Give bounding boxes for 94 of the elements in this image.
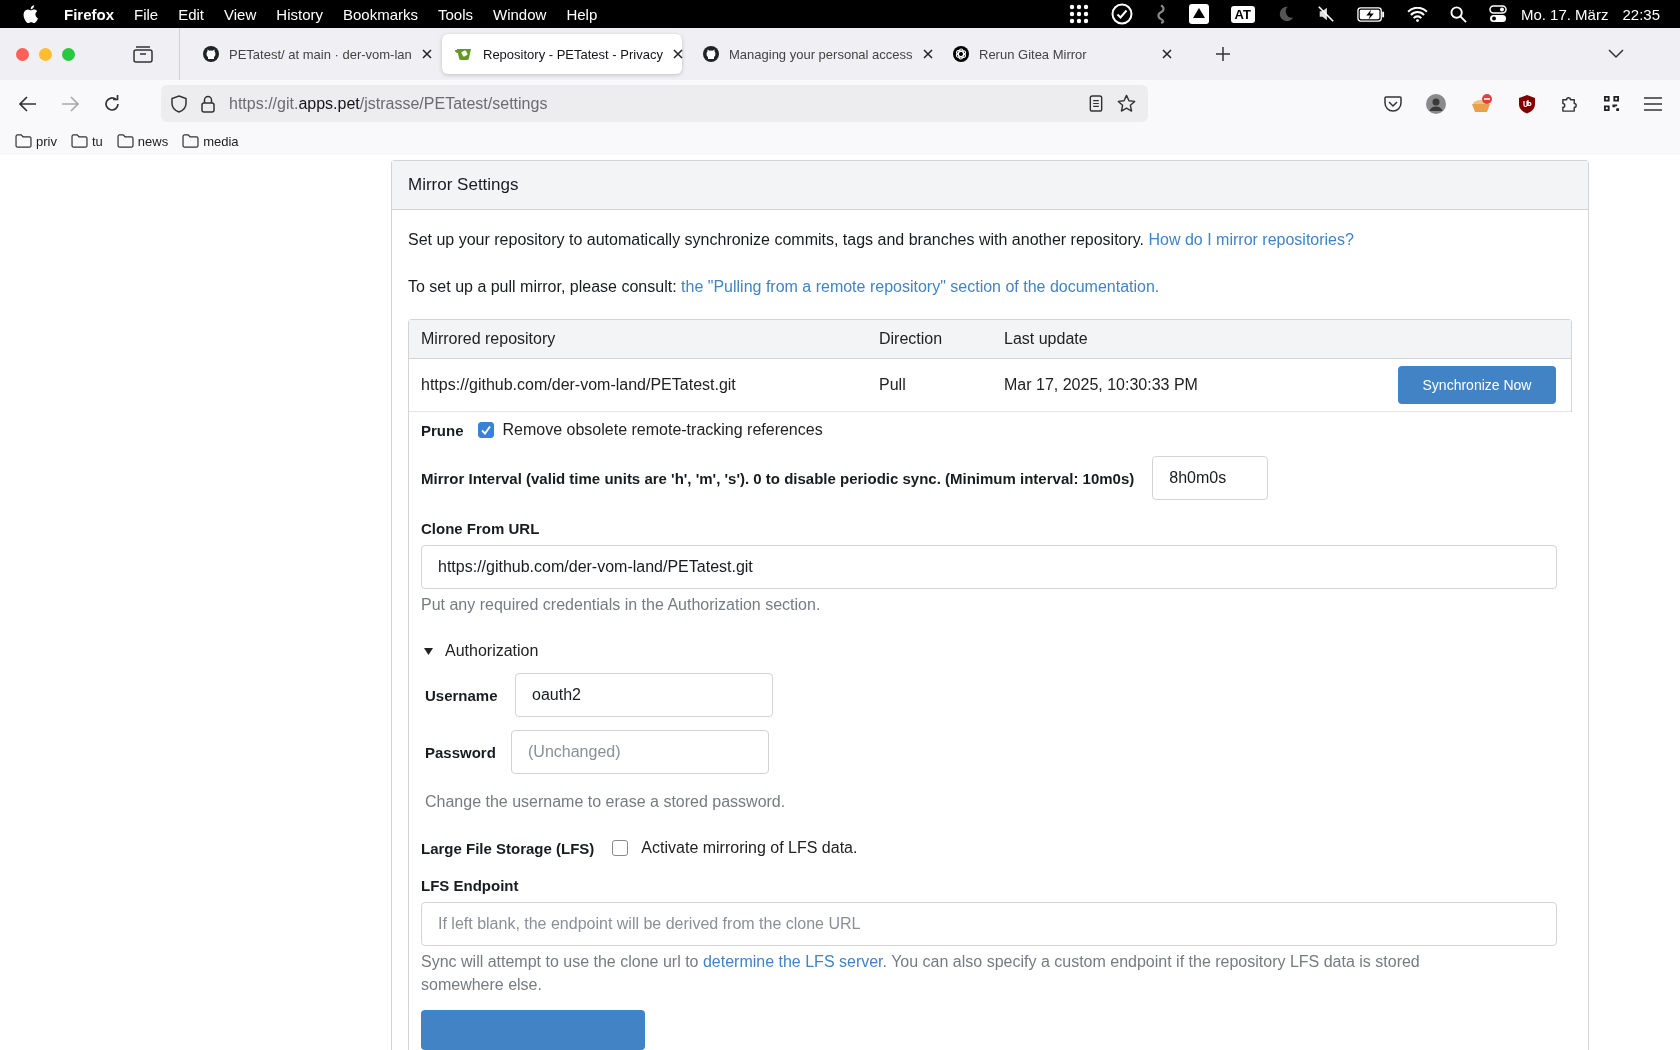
- menu-item[interactable]: Window: [493, 5, 547, 23]
- search-icon[interactable]: [1449, 5, 1467, 23]
- browser-tab[interactable]: Rerun Gitea Mirror: [942, 34, 1182, 74]
- close-tab-icon[interactable]: [672, 49, 683, 59]
- url-field[interactable]: https://github.com/der-vom-land/PETatest.git: [421, 545, 1557, 589]
- close-window-button[interactable]: [16, 47, 29, 61]
- basket-extension-icon[interactable]: [1470, 92, 1494, 115]
- help-text: Put any required credentials in the Authorization section.: [421, 595, 822, 615]
- field-label: Mirror Interval (valid time units are 'h', 'm', 's'). 0 to disable periodic sync. (Minimum interval: 10m0s): [421, 469, 1135, 487]
- muted-speaker-icon[interactable]: [1316, 5, 1335, 23]
- account-avatar[interactable]: [1426, 93, 1446, 114]
- reader-view-icon[interactable]: [1089, 95, 1103, 112]
- username-field[interactable]: oauth2: [515, 673, 773, 717]
- field-label: Prune: [421, 421, 464, 439]
- folder-icon: [70, 134, 88, 148]
- synchronize-button[interactable]: Synchronize Now: [1398, 366, 1556, 404]
- reload-icon[interactable]: [103, 94, 121, 113]
- close-tab-icon[interactable]: [1162, 49, 1172, 59]
- menu-item[interactable]: File: [134, 5, 159, 23]
- apple-logo-icon[interactable]: [23, 5, 38, 23]
- password-field[interactable]: (Unchanged): [511, 730, 769, 774]
- bookmark-folder[interactable]: tu: [70, 133, 103, 149]
- bookmark-folder[interactable]: media: [182, 133, 239, 149]
- field-label: Username: [425, 686, 499, 704]
- documentation-link[interactable]: the "Pulling from a remote repository" section of the documentation.: [681, 278, 1160, 295]
- check-circle-icon[interactable]: [1110, 3, 1133, 25]
- menu-date[interactable]: Mo. 17. März: [1520, 5, 1609, 23]
- close-tab-icon[interactable]: [922, 49, 933, 59]
- menu-item[interactable]: View: [224, 5, 257, 23]
- browser-tab[interactable]: PETatest/ at main · der-vom-lan: [192, 34, 432, 74]
- menu-icon[interactable]: [1644, 96, 1662, 111]
- menu-item[interactable]: History: [276, 5, 323, 23]
- bookmark-folder[interactable]: priv: [15, 133, 57, 149]
- folder-icon: [182, 134, 200, 148]
- menu-item[interactable]: Bookmarks: [342, 5, 418, 23]
- battery-icon[interactable]: [1356, 6, 1385, 22]
- shield-icon: [171, 94, 187, 113]
- help-text: Sync will attempt to use the clone url to determine the LFS server. You can also specify a custom endpoint if the repository LFS data is stored somewhere else.: [421, 952, 1421, 995]
- menu-time[interactable]: 22:35: [1622, 5, 1660, 23]
- triangle-drive-icon[interactable]: [1188, 4, 1209, 24]
- checkbox-label[interactable]: Remove obsolete remote-tracking references: [502, 421, 823, 439]
- column-header: Mirrored repository: [421, 330, 557, 348]
- knot-logo-icon: [953, 46, 969, 62]
- help-link[interactable]: How do I mirror repositories?: [1148, 231, 1354, 248]
- table-cell-text: Mar 17, 2025, 10:30:33 PM: [1004, 376, 1199, 394]
- column-header: Direction: [879, 330, 944, 348]
- pocket-icon[interactable]: [1384, 95, 1402, 112]
- bookmark-folder[interactable]: news: [116, 133, 169, 149]
- url-text[interactable]: https://git.apps.pet/jstrasse/PETatest/settings: [229, 94, 548, 113]
- authorization-toggle[interactable]: Authorization: [424, 642, 1573, 660]
- lfs-server-link[interactable]: determine the LFS server: [702, 953, 883, 970]
- back-arrow-icon[interactable]: [19, 95, 37, 112]
- section-title: Mirror Settings: [408, 175, 519, 195]
- wifi-icon[interactable]: [1406, 6, 1428, 22]
- browser-tab[interactable]: Repository - PETatest - Privacy: [442, 34, 682, 74]
- checkbox-label[interactable]: Activate mirroring of LFS data.: [641, 839, 858, 857]
- pull-mirror-note: To set up a pull mirror, please consult: the "Pulling from a remote repository" section of the documentation.: [408, 277, 1161, 297]
- folder-icon: [116, 134, 134, 148]
- qr-code-icon[interactable]: [1603, 95, 1620, 112]
- field-label: Clone From URL: [421, 520, 541, 537]
- field-label: Large File Storage (LFS): [421, 839, 595, 857]
- checkbox[interactable]: [477, 422, 494, 438]
- input-source-badge[interactable]: AT: [1230, 5, 1255, 23]
- browser-tab[interactable]: Managing your personal access: [692, 34, 932, 74]
- table-cell-text: https://github.com/der-vom-land/PETatest.git: [421, 376, 737, 394]
- menu-item[interactable]: Tools: [438, 5, 474, 23]
- menu-item[interactable]: Help: [566, 5, 598, 23]
- puzzle-icon[interactable]: [1560, 94, 1579, 113]
- address-bar[interactable]: https://git.apps.pet/jstrasse/PETatest/settings: [161, 85, 1148, 122]
- table-cell-text: Pull: [879, 376, 907, 394]
- intro-text: Set up your repository to automatically synchronize commits, tags and branches with another repository. How do I mirror repositories?: [408, 230, 1355, 250]
- toggle-switches-icon[interactable]: [1488, 5, 1507, 23]
- caret-icon: [424, 646, 433, 656]
- column-header: Last update: [1004, 330, 1089, 348]
- dot-grid-icon[interactable]: [1068, 4, 1089, 24]
- field-label: LFS Endpoint: [421, 877, 520, 894]
- menu-app-name[interactable]: Firefox: [64, 5, 114, 23]
- menu-item[interactable]: Edit: [178, 5, 205, 23]
- lock-icon: [201, 94, 215, 113]
- interval-field[interactable]: 8h0m0s: [1152, 456, 1269, 500]
- endpoint-field[interactable]: If left blank, the endpoint will be derived from the clone URL: [421, 902, 1557, 946]
- tab-overview-icon[interactable]: [133, 45, 153, 63]
- chevron-down-icon[interactable]: [1608, 49, 1624, 59]
- star-icon[interactable]: [1117, 94, 1136, 113]
- folder-icon: [15, 134, 32, 148]
- teacup-icon: [453, 47, 473, 61]
- field-label: Password: [425, 743, 497, 761]
- help-text: Change the username to erase a stored password.: [425, 792, 787, 812]
- cat-silhouette-icon: [203, 46, 219, 62]
- close-tab-icon[interactable]: [421, 49, 432, 59]
- shield-extension-icon[interactable]: [1518, 93, 1536, 114]
- new-tab-icon[interactable]: [1216, 47, 1230, 61]
- checkbox[interactable]: [612, 840, 629, 856]
- cat-silhouette-icon: [703, 46, 719, 62]
